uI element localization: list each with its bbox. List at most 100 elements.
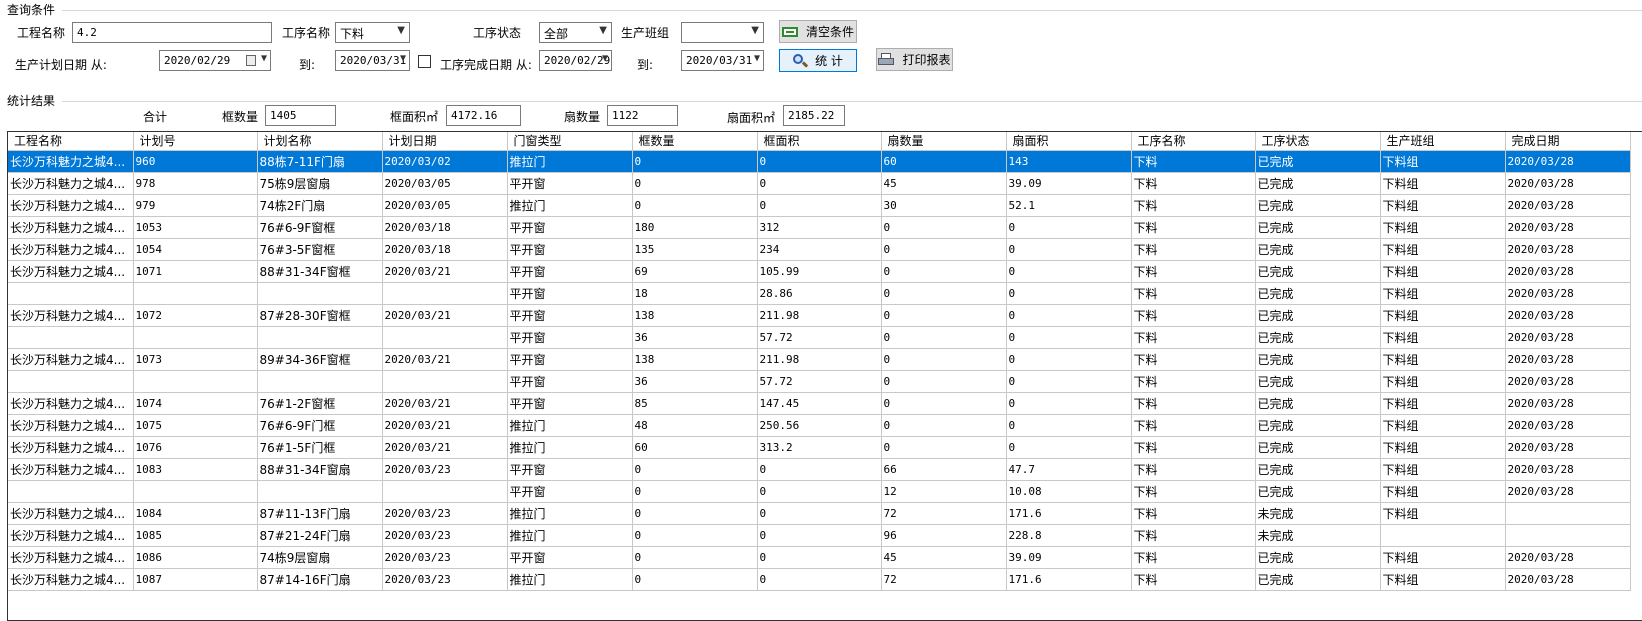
table-cell[interactable]: 2020/03/23 bbox=[382, 524, 508, 547]
table-cell[interactable]: 下料 bbox=[1131, 326, 1256, 349]
table-cell[interactable]: 已完成 bbox=[1255, 348, 1381, 371]
table-cell[interactable]: 88栋7-11F门扇 bbox=[257, 150, 383, 173]
table-cell[interactable] bbox=[257, 370, 383, 393]
table-cell[interactable]: 76#1-2F窗框 bbox=[257, 392, 383, 415]
table-cell[interactable]: 下料组 bbox=[1380, 414, 1506, 437]
table-cell[interactable]: 2020/03/28 bbox=[1505, 194, 1631, 217]
statistics-button[interactable]: 统 计 bbox=[779, 49, 857, 72]
table-row[interactable]: 长沙万科魅力之城4... 1075 76#6-9F门框 2020/03/21 推拉门 48… bbox=[8, 414, 1631, 437]
table-cell[interactable]: 1053 bbox=[133, 216, 258, 239]
table-cell[interactable]: 0 bbox=[757, 568, 882, 591]
table-cell[interactable]: 推拉门 bbox=[507, 436, 633, 459]
table-cell[interactable]: 1074 bbox=[133, 392, 258, 415]
table-row[interactable]: 长沙万科魅力之城4... 979 74栋2F门扇 2020/03/05 推拉门 0 0 30 5… bbox=[8, 194, 1631, 217]
table-cell[interactable]: 下料 bbox=[1131, 172, 1256, 195]
table-cell[interactable]: 87#28-30F窗框 bbox=[257, 304, 383, 327]
plan-date-from-picker[interactable]: 2020/02/29 ▼ bbox=[159, 50, 271, 71]
column-header[interactable]: 扇数量 bbox=[881, 132, 1007, 151]
table-cell[interactable]: 979 bbox=[133, 194, 258, 217]
table-cell[interactable]: 76#6-9F门框 bbox=[257, 414, 383, 437]
table-cell[interactable] bbox=[133, 480, 258, 503]
table-cell[interactable]: 下料组 bbox=[1380, 304, 1506, 327]
table-cell[interactable]: 长沙万科魅力之城4... bbox=[8, 304, 134, 327]
table-cell[interactable]: 171.6 bbox=[1006, 568, 1132, 591]
table-cell[interactable]: 28.86 bbox=[757, 282, 882, 305]
column-header[interactable]: 计划名称 bbox=[257, 132, 383, 151]
table-cell[interactable]: 推拉门 bbox=[507, 502, 633, 525]
table-cell[interactable]: 已完成 bbox=[1255, 546, 1381, 569]
table-cell[interactable] bbox=[382, 282, 508, 305]
table-cell[interactable]: 下料 bbox=[1131, 524, 1256, 547]
table-cell[interactable]: 长沙万科魅力之城4... bbox=[8, 546, 134, 569]
table-cell[interactable]: 250.56 bbox=[757, 414, 882, 437]
table-cell[interactable]: 2020/03/28 bbox=[1505, 458, 1631, 481]
table-cell[interactable]: 2020/03/23 bbox=[382, 546, 508, 569]
table-row[interactable]: 平开窗 18 28.86 0 0 下料 已完成 下料组 2020/03/28 bbox=[8, 282, 1631, 305]
table-cell[interactable]: 0 bbox=[881, 216, 1007, 239]
table-cell[interactable] bbox=[257, 326, 383, 349]
table-row[interactable]: 平开窗 36 57.72 0 0 下料 已完成 下料组 2020/03/28 bbox=[8, 326, 1631, 349]
table-cell[interactable]: 2020/03/21 bbox=[382, 392, 508, 415]
table-cell[interactable]: 0 bbox=[632, 524, 758, 547]
table-cell[interactable]: 2020/03/23 bbox=[382, 458, 508, 481]
table-cell[interactable]: 0 bbox=[757, 502, 882, 525]
table-cell[interactable]: 0 bbox=[757, 194, 882, 217]
table-cell[interactable]: 2020/03/28 bbox=[1505, 480, 1631, 503]
table-cell[interactable] bbox=[382, 326, 508, 349]
table-cell[interactable]: 下料组 bbox=[1380, 326, 1506, 349]
column-header[interactable]: 完成日期 bbox=[1505, 132, 1631, 151]
table-cell[interactable]: 0 bbox=[632, 502, 758, 525]
table-cell[interactable]: 0 bbox=[757, 546, 882, 569]
table-cell[interactable]: 138 bbox=[632, 304, 758, 327]
project-name-input[interactable]: 4.2 bbox=[72, 22, 272, 43]
table-cell[interactable] bbox=[1505, 524, 1631, 547]
table-cell[interactable]: 2020/03/23 bbox=[382, 568, 508, 591]
table-cell[interactable]: 已完成 bbox=[1255, 172, 1381, 195]
table-cell[interactable]: 76#6-9F窗框 bbox=[257, 216, 383, 239]
table-cell[interactable]: 2020/03/21 bbox=[382, 304, 508, 327]
table-cell[interactable]: 60 bbox=[881, 150, 1007, 173]
table-cell[interactable]: 下料 bbox=[1131, 568, 1256, 591]
table-cell[interactable]: 2020/03/28 bbox=[1505, 370, 1631, 393]
table-cell[interactable]: 未完成 bbox=[1255, 524, 1381, 547]
table-cell[interactable]: 平开窗 bbox=[507, 304, 633, 327]
table-cell[interactable]: 312 bbox=[757, 216, 882, 239]
table-cell[interactable]: 1054 bbox=[133, 238, 258, 261]
table-cell[interactable]: 2020/03/18 bbox=[382, 216, 508, 239]
table-cell[interactable] bbox=[1505, 502, 1631, 525]
plan-date-to-picker[interactable]: 2020/03/31 ▼ bbox=[335, 50, 410, 71]
table-cell[interactable]: 234 bbox=[757, 238, 882, 261]
table-cell[interactable]: 0 bbox=[881, 282, 1007, 305]
table-cell[interactable]: 0 bbox=[632, 194, 758, 217]
table-cell[interactable]: 1071 bbox=[133, 260, 258, 283]
table-cell[interactable]: 76#3-5F窗框 bbox=[257, 238, 383, 261]
table-cell[interactable]: 推拉门 bbox=[507, 194, 633, 217]
table-cell[interactable]: 69 bbox=[632, 260, 758, 283]
table-row[interactable]: 平开窗 0 0 12 10.08 下料 已完成 下料组 2020/03/28 bbox=[8, 480, 1631, 503]
table-cell[interactable]: 长沙万科魅力之城4... bbox=[8, 172, 134, 195]
table-cell[interactable]: 60 bbox=[632, 436, 758, 459]
table-cell[interactable]: 0 bbox=[1006, 260, 1132, 283]
column-header[interactable]: 门窗类型 bbox=[507, 132, 633, 151]
table-cell[interactable] bbox=[1380, 524, 1506, 547]
table-cell[interactable]: 平开窗 bbox=[507, 260, 633, 283]
team-select[interactable]: ▼ bbox=[681, 22, 764, 43]
table-cell[interactable] bbox=[257, 480, 383, 503]
table-cell[interactable]: 下料组 bbox=[1380, 194, 1506, 217]
table-cell[interactable]: 0 bbox=[757, 150, 882, 173]
table-cell[interactable]: 74栋9层窗扇 bbox=[257, 546, 383, 569]
table-cell[interactable]: 已完成 bbox=[1255, 436, 1381, 459]
table-cell[interactable]: 长沙万科魅力之城4... bbox=[8, 436, 134, 459]
table-cell[interactable]: 下料 bbox=[1131, 150, 1256, 173]
table-cell[interactable]: 已完成 bbox=[1255, 194, 1381, 217]
table-cell[interactable]: 推拉门 bbox=[507, 150, 633, 173]
table-cell[interactable]: 已完成 bbox=[1255, 238, 1381, 261]
table-cell[interactable]: 30 bbox=[881, 194, 1007, 217]
table-cell[interactable]: 已完成 bbox=[1255, 370, 1381, 393]
table-cell[interactable]: 已完成 bbox=[1255, 480, 1381, 503]
table-cell[interactable]: 下料组 bbox=[1380, 568, 1506, 591]
table-cell[interactable]: 1087 bbox=[133, 568, 258, 591]
table-cell[interactable]: 下料 bbox=[1131, 502, 1256, 525]
table-cell[interactable]: 0 bbox=[1006, 414, 1132, 437]
table-cell[interactable]: 平开窗 bbox=[507, 238, 633, 261]
